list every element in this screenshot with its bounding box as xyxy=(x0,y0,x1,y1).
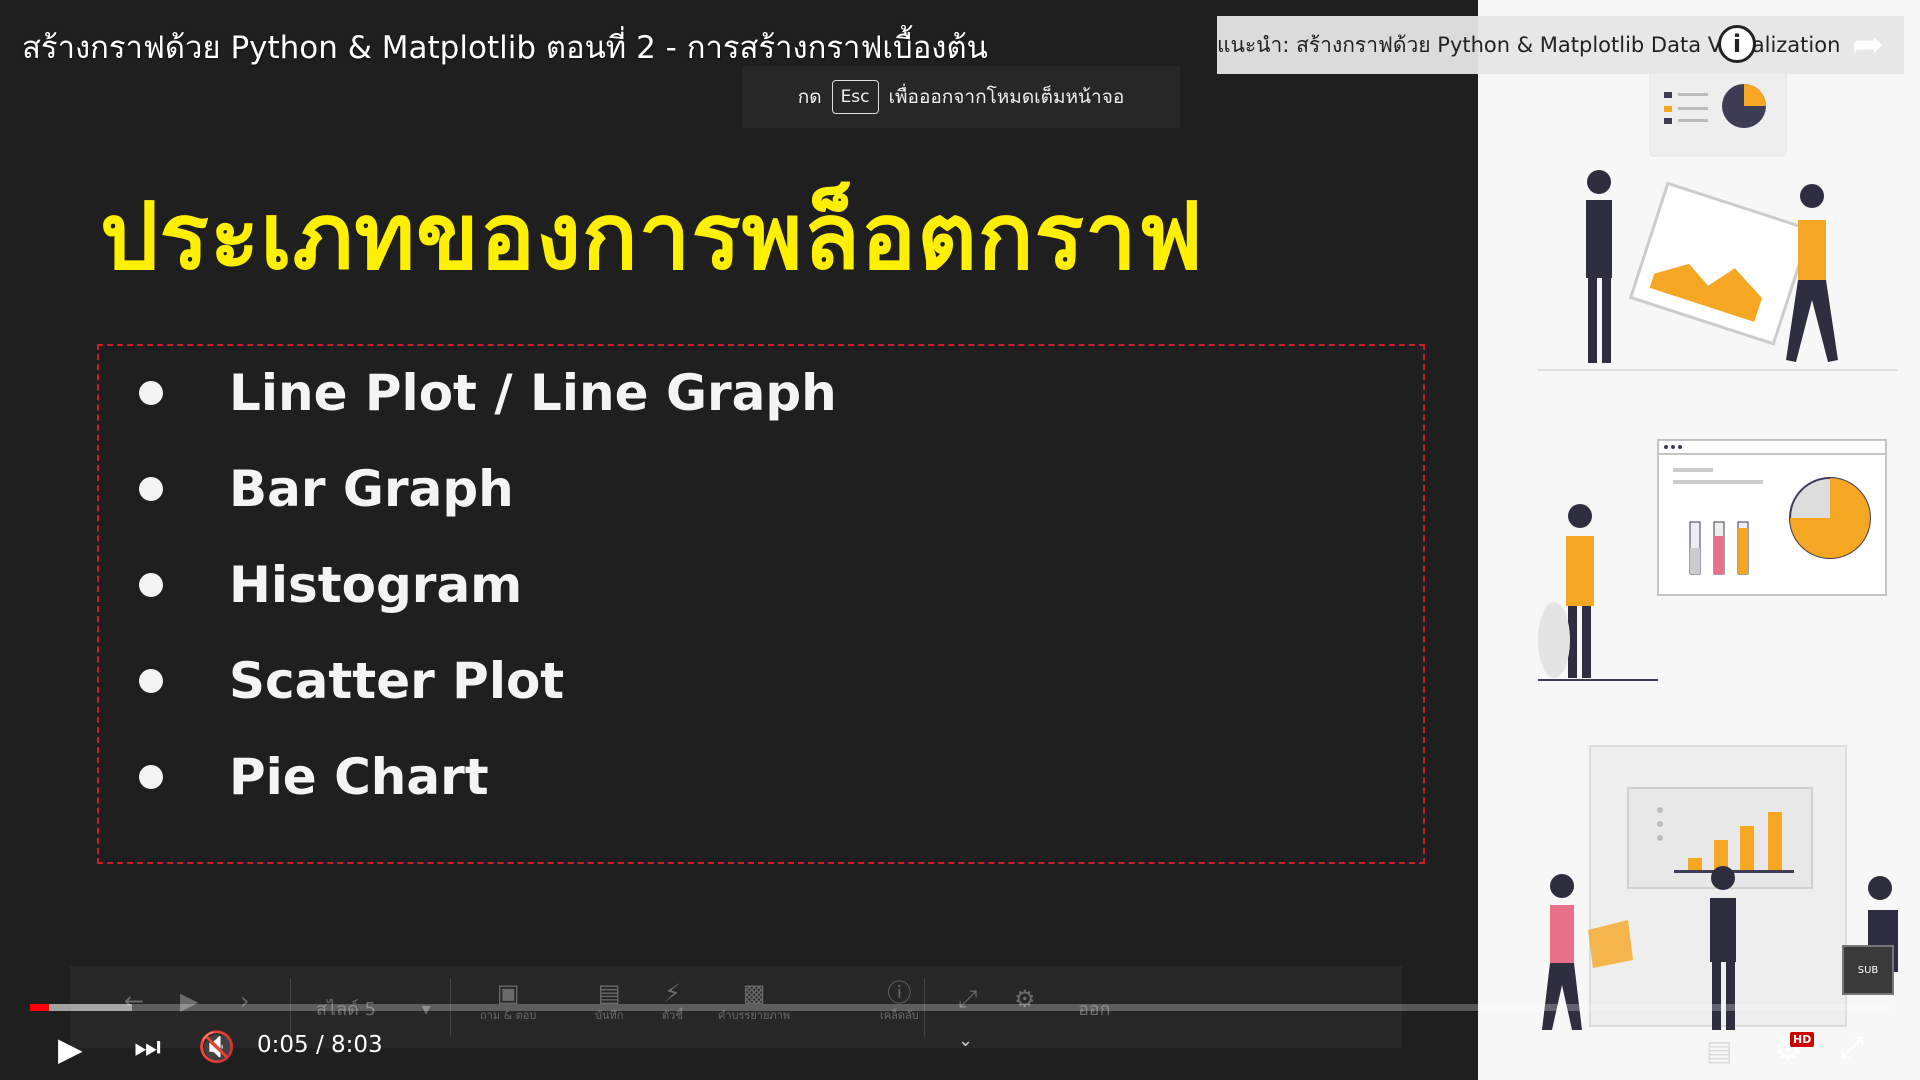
pointer-button[interactable]: ⚡ ตัวชี้ xyxy=(662,980,683,1024)
play-icon[interactable]: ▶ xyxy=(58,1030,83,1068)
slide-area: ประเภทของการพล็อตกราฟ Line Plot / Line G… xyxy=(0,0,1478,1080)
subtitles-icon[interactable]: ▤ xyxy=(1706,1034,1732,1067)
video-progress-bar[interactable] xyxy=(30,1004,1890,1011)
mute-icon[interactable]: 🔇 xyxy=(198,1030,235,1065)
list-item-label: Line Plot / Line Graph xyxy=(229,364,837,422)
slide-heading: ประเภทของการพล็อตกราฟ xyxy=(100,183,1204,290)
list-item-label: Pie Chart xyxy=(229,748,489,806)
qa-button[interactable]: ▣ ถาม & ตอบ xyxy=(480,980,536,1024)
hd-badge: HD xyxy=(1790,1032,1815,1047)
info-circle-icon: ⓘ xyxy=(887,979,912,1007)
plot-types-list: Line Plot / Line Graph Bar Graph Histogr… xyxy=(97,344,1425,864)
exit-fullscreen-icon[interactable]: ⤢ xyxy=(1840,1030,1864,1065)
list-item: Scatter Plot xyxy=(139,652,564,710)
video-title[interactable]: สร้างกราฟด้วย Python & Matplotlib ตอนที่… xyxy=(22,22,988,72)
notes-icon: ▤ xyxy=(597,979,621,1007)
fullscreen-exit-hint: กด Esc เพื่อออกจากโหมดเต็มหน้าจอ xyxy=(742,66,1180,128)
list-item-label: Scatter Plot xyxy=(229,652,565,710)
illustration-panel: SUB xyxy=(1478,0,1920,1080)
time-display: 0:05 / 8:03 xyxy=(257,1032,383,1058)
share-icon[interactable]: ➦ xyxy=(1852,22,1884,66)
captions-button[interactable]: ▩ คำบรรยายภาพ xyxy=(718,980,790,1024)
bullet-icon xyxy=(139,669,163,693)
cc-icon: ▩ xyxy=(742,979,766,1007)
list-item: Histogram xyxy=(139,556,522,614)
subscribe-label: SUB xyxy=(1857,964,1879,976)
played-bar xyxy=(30,1004,50,1011)
notes-button[interactable]: ▤ บันทึก xyxy=(595,980,623,1024)
list-item: Bar Graph xyxy=(139,460,514,518)
esc-key: Esc xyxy=(831,80,879,114)
list-item: Pie Chart xyxy=(139,748,489,806)
list-item: Line Plot / Line Graph xyxy=(139,364,837,422)
subscribe-watermark[interactable]: SUB xyxy=(1842,945,1894,995)
suggested-video-card[interactable]: แนะนำ: สร้างกราฟด้วย Python & Matplotlib… xyxy=(1217,16,1904,74)
bullet-icon xyxy=(139,765,163,789)
next-video-icon[interactable]: ⏭ xyxy=(134,1030,161,1065)
chat-icon: ▣ xyxy=(496,979,520,1007)
data-analysis-illustration xyxy=(1538,59,1898,1030)
shortcuts-button[interactable]: ⓘ เคล็ดลับ xyxy=(880,980,919,1024)
info-icon[interactable]: i xyxy=(1718,25,1756,63)
hint-prefix: กด xyxy=(797,86,822,108)
bullet-icon xyxy=(139,477,163,501)
bullet-icon xyxy=(139,573,163,597)
list-item-label: Bar Graph xyxy=(229,460,514,518)
hint-suffix: เพื่อออกจากโหมดเต็มหน้าจอ xyxy=(888,86,1125,108)
laser-pointer-icon: ⚡ xyxy=(663,979,681,1007)
list-item-label: Histogram xyxy=(229,556,523,614)
expand-chevron-icon[interactable]: ⌄ xyxy=(958,1030,973,1051)
bullet-icon xyxy=(139,381,163,405)
